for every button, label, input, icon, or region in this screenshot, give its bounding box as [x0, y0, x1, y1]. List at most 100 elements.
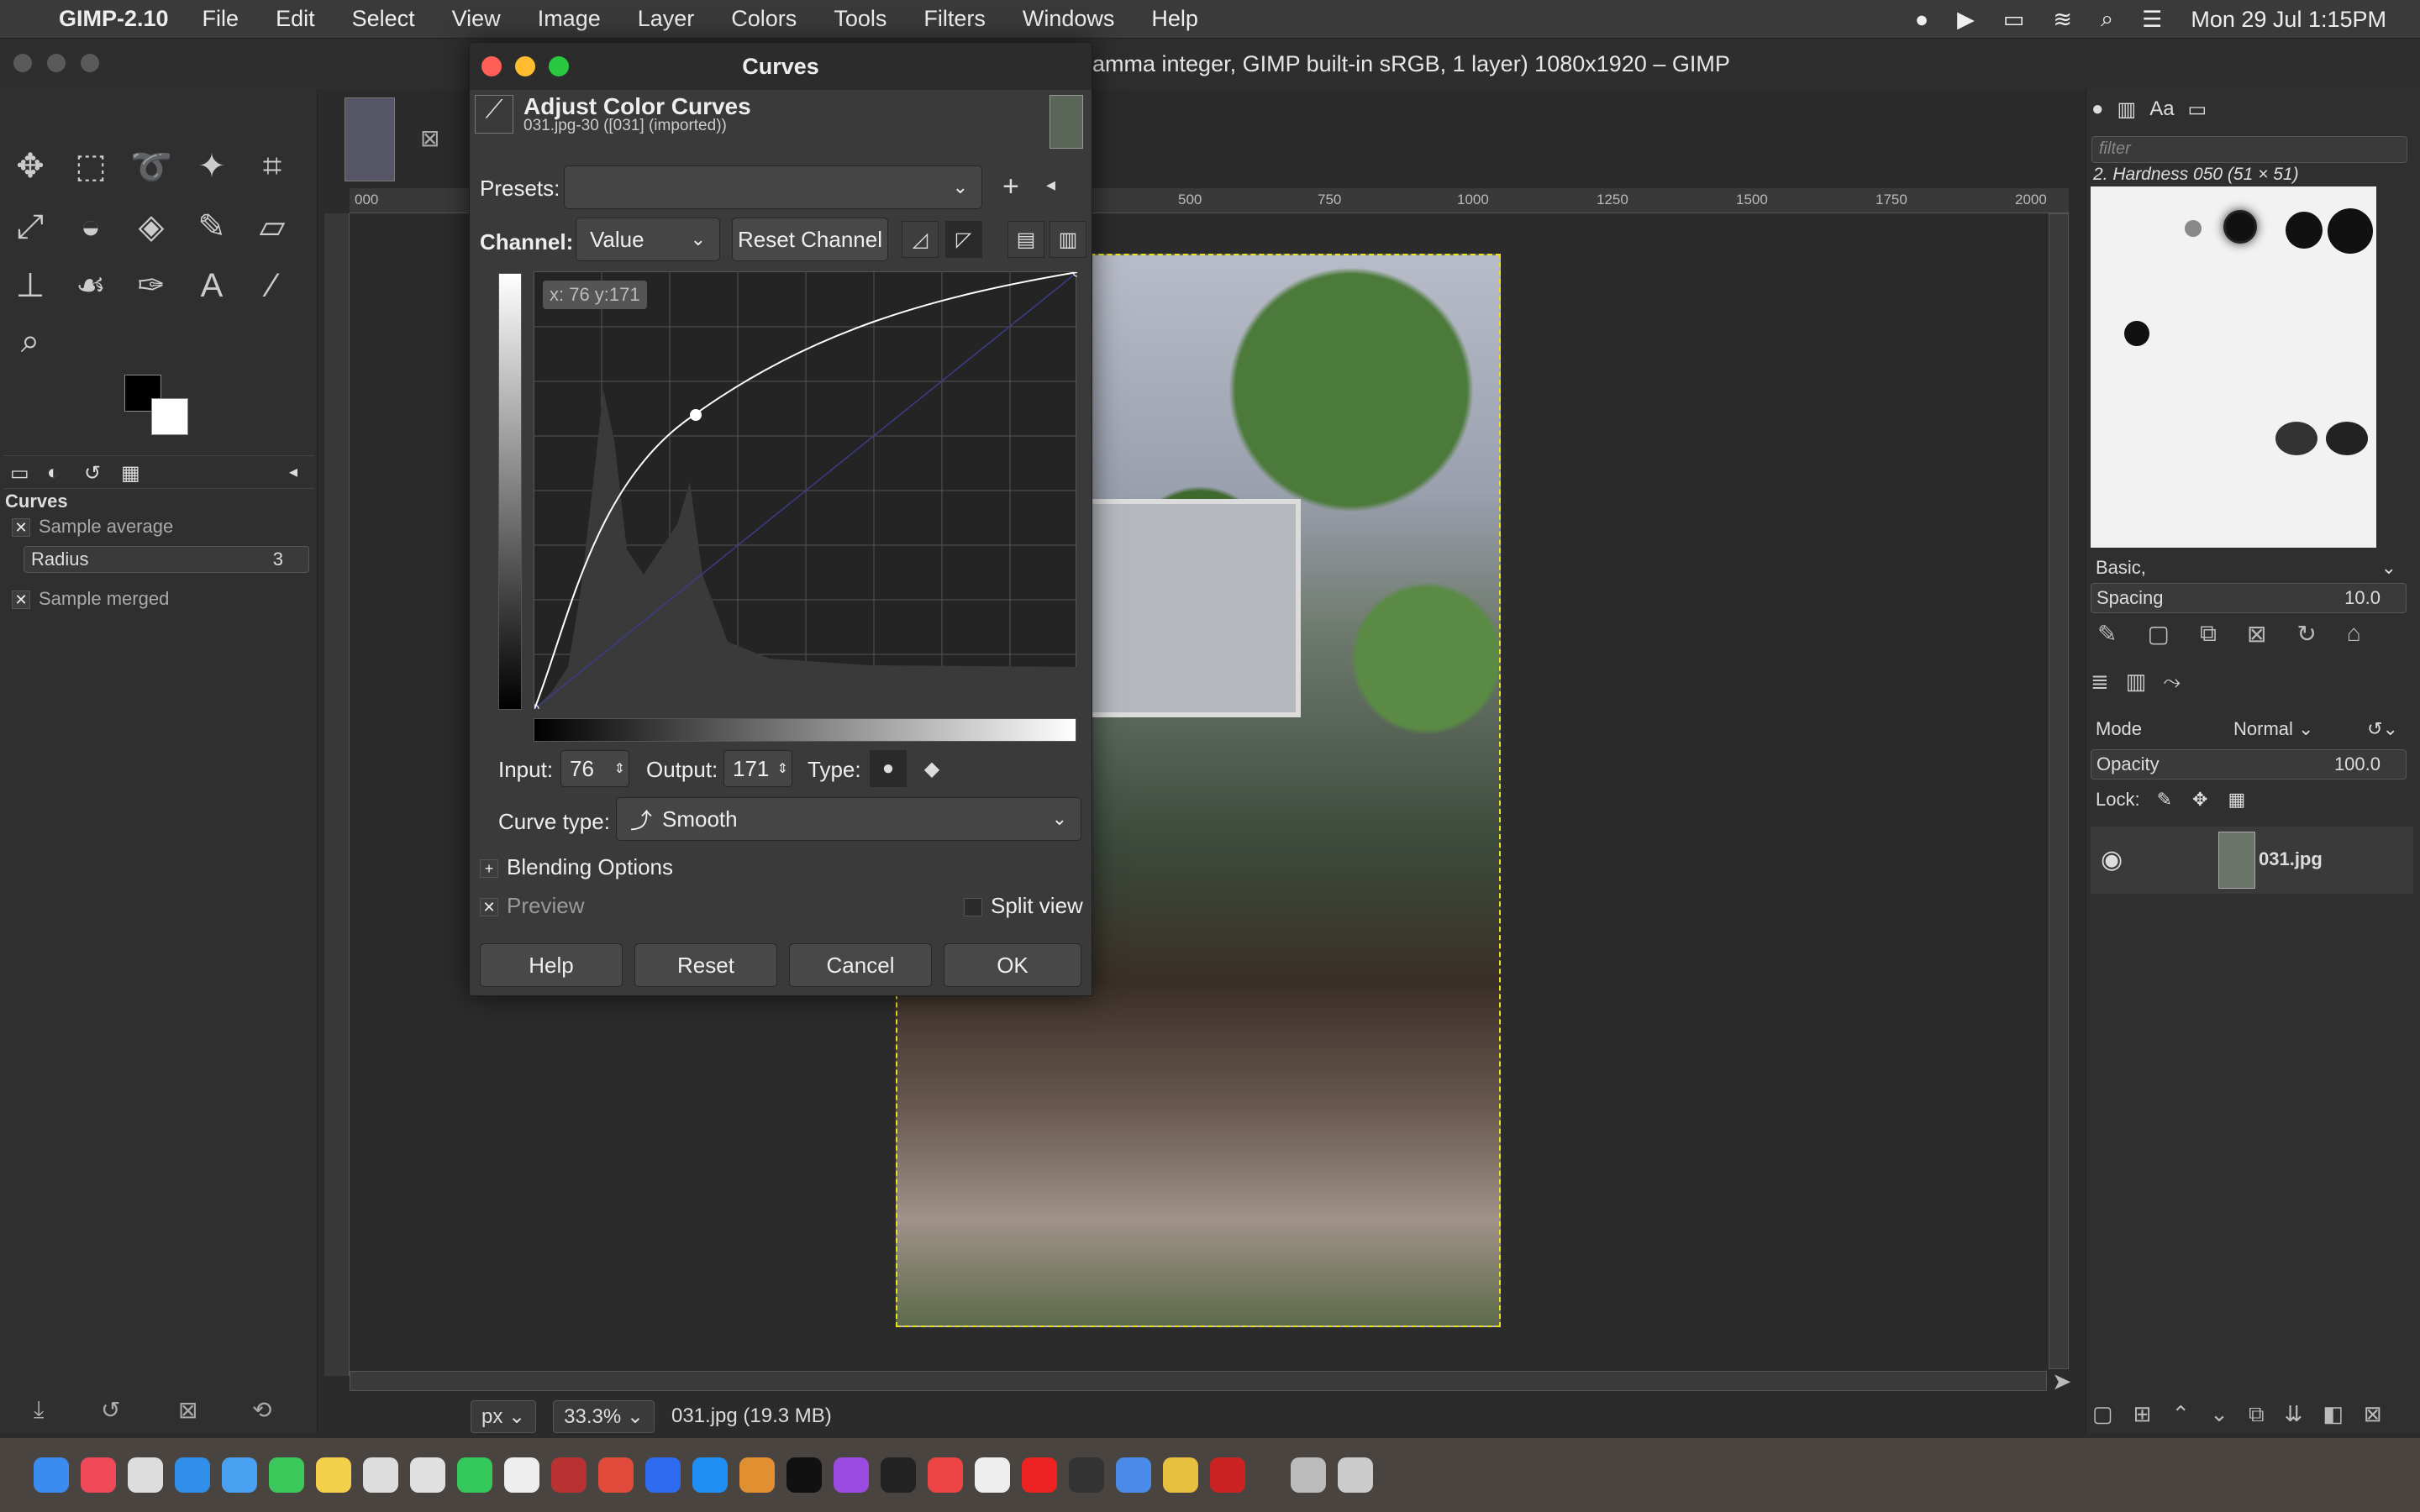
calculator-icon[interactable] — [1069, 1457, 1104, 1493]
lasso-tool-icon[interactable]: ➰ — [128, 143, 175, 190]
eraser-tool-icon[interactable]: ▱ — [249, 203, 296, 250]
clock[interactable]: Mon 29 Jul 1:15PM — [2191, 7, 2386, 33]
music-icon[interactable] — [81, 1457, 116, 1493]
duplicate-layer-icon[interactable]: ⧉ — [2249, 1401, 2265, 1428]
app-menu[interactable]: GIMP-2.10 — [59, 6, 169, 32]
sample-average-row[interactable]: ✕ Sample average — [12, 516, 173, 538]
acrobat-icon[interactable] — [1210, 1457, 1245, 1493]
gimp-dock-icon[interactable] — [1163, 1457, 1198, 1493]
add-preset-icon[interactable]: + — [1002, 171, 1019, 203]
menu-edit[interactable]: Edit — [276, 6, 315, 32]
apple-tv-icon[interactable] — [786, 1457, 822, 1493]
split-view-checkbox[interactable] — [964, 898, 982, 917]
reset-channel-button[interactable]: Reset Channel — [732, 218, 888, 261]
device-status-tab-icon[interactable]: ◐ — [47, 461, 60, 485]
zoom-tool-icon[interactable]: ⌕ — [7, 318, 54, 365]
notes-icon[interactable] — [316, 1457, 351, 1493]
safari-icon[interactable] — [175, 1457, 210, 1493]
patterns-tab-icon[interactable]: ▥ — [2118, 97, 2137, 122]
tool-options-tab-icon[interactable]: ▭ — [10, 461, 29, 486]
brush-selected[interactable] — [2223, 210, 2257, 244]
images-tab-icon[interactable]: ▦ — [121, 461, 140, 486]
refresh-brushes-icon[interactable]: ↻ — [2296, 620, 2316, 648]
gimp-status-icon[interactable]: ● — [1915, 7, 1928, 33]
app-store-icon[interactable] — [692, 1457, 728, 1493]
new-layer-group-icon[interactable]: ⊞ — [2133, 1401, 2152, 1428]
undo-history-tab-icon[interactable]: ↺ — [84, 461, 101, 486]
launchpad-icon[interactable] — [128, 1457, 163, 1493]
channels-tab-icon[interactable]: ▥ — [2126, 669, 2147, 696]
podcasts-icon[interactable] — [834, 1457, 869, 1493]
edit-brush-icon[interactable]: ✎ — [2097, 620, 2117, 648]
linear-histogram-icon[interactable]: ◿ — [902, 221, 939, 258]
move-tool-icon[interactable]: ✥ — [7, 143, 54, 190]
save-options-icon[interactable]: ⤓ — [34, 1396, 44, 1424]
messages-icon[interactable] — [269, 1457, 304, 1493]
cancel-button[interactable]: Cancel — [789, 943, 932, 987]
restore-options-icon[interactable]: ↺ — [101, 1396, 120, 1424]
layer-visibility-eye-icon[interactable]: ◉ — [2101, 845, 2123, 874]
filezilla-icon[interactable] — [551, 1457, 587, 1493]
sample-merged-row[interactable]: ✕ Sample merged — [12, 588, 169, 610]
search-icon[interactable]: ⌕ — [2101, 6, 2113, 33]
duplicate-brush-icon[interactable]: ⧉ — [2200, 620, 2217, 648]
blending-options-expander[interactable]: + Blending Options — [480, 854, 673, 880]
window-close-button[interactable] — [13, 54, 32, 72]
brush-item[interactable] — [2328, 208, 2373, 254]
brush-grid[interactable] — [2091, 186, 2376, 548]
open-brush-folder-icon[interactable]: ⌂ — [2347, 620, 2361, 648]
delete-layer-icon[interactable]: ⊠ — [2364, 1401, 2382, 1428]
brush-tag-selector[interactable]: Basic, ⌄ — [2091, 553, 2407, 583]
preview-app-icon[interactable] — [1116, 1457, 1151, 1493]
curve-editor[interactable]: x: 76 y:171 — [529, 267, 1082, 714]
zoom-selector[interactable]: 33.3% ⌄ — [553, 1399, 655, 1433]
crop-tool-icon[interactable]: ⌗ — [249, 143, 296, 190]
brush-item[interactable] — [2326, 422, 2368, 455]
menu-file[interactable]: File — [203, 6, 239, 32]
histogram-alt-view-icon[interactable]: ▥ — [1050, 221, 1086, 258]
presets-combo[interactable]: ⌄ — [564, 165, 982, 209]
channel-combo[interactable]: Value ⌄ — [576, 218, 720, 261]
mask-layer-icon[interactable]: ◧ — [2323, 1401, 2344, 1428]
lock-alpha-icon[interactable]: ▦ — [2228, 789, 2245, 811]
calendar-icon[interactable] — [928, 1457, 963, 1493]
horizontal-scrollbar[interactable] — [350, 1371, 2047, 1391]
trash-icon[interactable] — [1338, 1457, 1373, 1493]
finder-icon[interactable] — [34, 1457, 69, 1493]
menu-help[interactable]: Help — [1151, 6, 1198, 32]
paths-tab-icon[interactable]: ⤳ — [2163, 669, 2181, 696]
preview-checkbox[interactable]: ✕ — [480, 898, 498, 917]
reset-button[interactable]: Reset — [634, 943, 777, 987]
control-center-icon[interactable]: ☰ — [2142, 7, 2162, 33]
menu-view[interactable]: View — [452, 6, 501, 32]
transform-tool-icon[interactable]: ⤢ — [7, 203, 54, 250]
menu-layer[interactable]: Layer — [638, 6, 695, 32]
output-spinner[interactable]: 171 ⇕ — [723, 750, 792, 787]
facetime-icon[interactable] — [457, 1457, 492, 1493]
curve-graph[interactable] — [529, 267, 1082, 714]
reset-options-icon[interactable]: ⟲ — [252, 1396, 271, 1424]
unit-selector[interactable]: px ⌄ — [471, 1399, 537, 1433]
color-picker-tool-icon[interactable]: ⁄ — [249, 262, 296, 309]
image-tab-thumbnail[interactable] — [345, 97, 395, 181]
paths-tool-icon[interactable]: ✑ — [128, 262, 175, 309]
radius-field[interactable]: Radius 3 — [24, 546, 309, 573]
menu-tools[interactable]: Tools — [834, 6, 886, 32]
brush-item[interactable] — [2275, 422, 2317, 455]
menu-image[interactable]: Image — [538, 6, 601, 32]
help-button[interactable]: Help — [480, 943, 623, 987]
document-tab-icon[interactable]: ▭ — [2188, 97, 2207, 122]
lock-pixels-icon[interactable]: ✎ — [2157, 789, 2172, 811]
preview-toggle[interactable]: ✕ Preview — [480, 893, 584, 919]
brush-filter-input[interactable]: filter — [2091, 136, 2407, 163]
paintbrush-tool-icon[interactable]: ✎ — [188, 203, 235, 250]
dialog-minimize-button[interactable] — [515, 56, 535, 76]
brush-item[interactable] — [2185, 220, 2202, 237]
menu-select[interactable]: Select — [352, 6, 415, 32]
sample-average-checkbox[interactable]: ✕ — [12, 518, 30, 538]
freeform-icon[interactable] — [363, 1457, 398, 1493]
photos-icon[interactable] — [410, 1457, 445, 1493]
clone-tool-icon[interactable]: ⊥ — [7, 262, 54, 309]
delete-options-icon[interactable]: ⊠ — [178, 1396, 197, 1424]
log-histogram-icon[interactable]: ◸ — [945, 221, 982, 258]
